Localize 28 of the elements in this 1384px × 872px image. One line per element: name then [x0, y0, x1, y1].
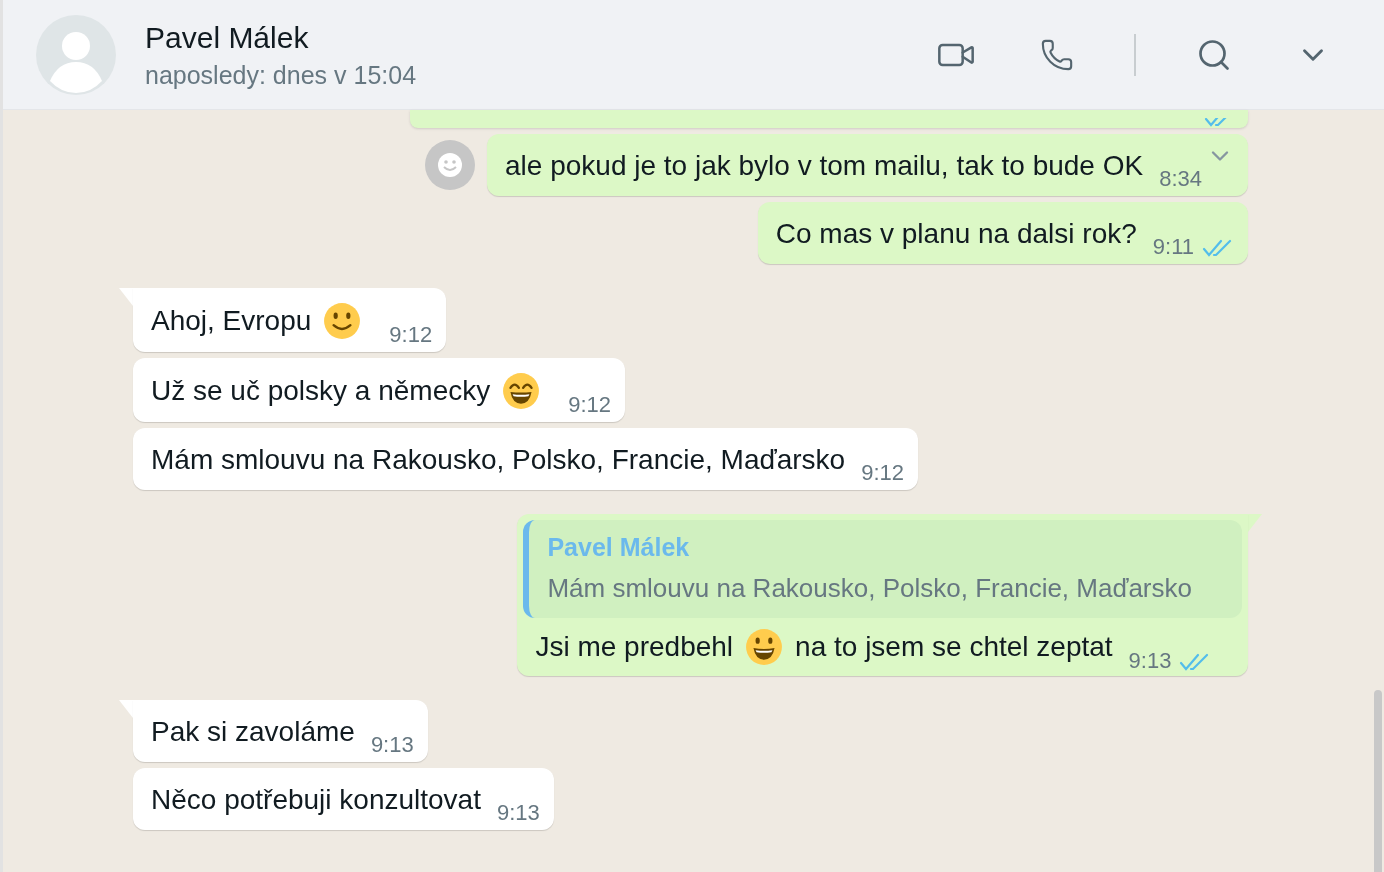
message-text: ale pokud je to jak bylo v tom mailu, tak to bude OK [505, 149, 1144, 183]
quoted-message[interactable]: Pavel Málek Mám smlouvu na Rakousko, Polsko, Francie, Maďarsko [523, 520, 1242, 618]
message-time: 9:13 [497, 800, 540, 826]
message-text: Co mas v planu na dalsi rok? [775, 217, 1137, 251]
message-text: Jsi me predbehl [535, 630, 734, 664]
smiley-emoji-icon [323, 302, 362, 340]
scrollbar-thumb[interactable] [1374, 690, 1382, 872]
quoted-author: Pavel Málek [547, 532, 691, 562]
message-time: 9:13 [370, 732, 414, 758]
message-text: Už se uč polsky a německy [151, 374, 491, 408]
contact-name: Pavel Málek [145, 19, 310, 56]
message-time: 9:12 [568, 392, 612, 418]
message-text: Něco potřebuji konzultovat [151, 783, 481, 817]
smiley-icon [437, 152, 464, 178]
phone-icon [1040, 37, 1074, 72]
smiley-emoji-icon [745, 628, 784, 666]
message-text: na to jsem se chtel zeptat [795, 630, 1113, 664]
smiley-emoji-icon [502, 372, 541, 410]
message-time: 9:12 [389, 322, 433, 348]
message-time: 9:11 [1152, 234, 1194, 260]
message-time: 9:13 [1128, 648, 1172, 674]
message-text: Ahoj, Evropu [151, 304, 312, 338]
message-text: Mám smlouvu na Rakousko, Polsko, Francie, Maďarsko [151, 443, 846, 477]
message-time: 9:12 [861, 460, 904, 486]
message-time: 8:34 [1159, 166, 1202, 192]
message-text: Pak si zavoláme [151, 715, 355, 749]
last-seen-status: naposledy: dnes v 15:04 [145, 59, 417, 90]
quoted-text: Mám smlouvu na Rakousko, Polsko, Francie, Maďarsko [547, 572, 1192, 604]
